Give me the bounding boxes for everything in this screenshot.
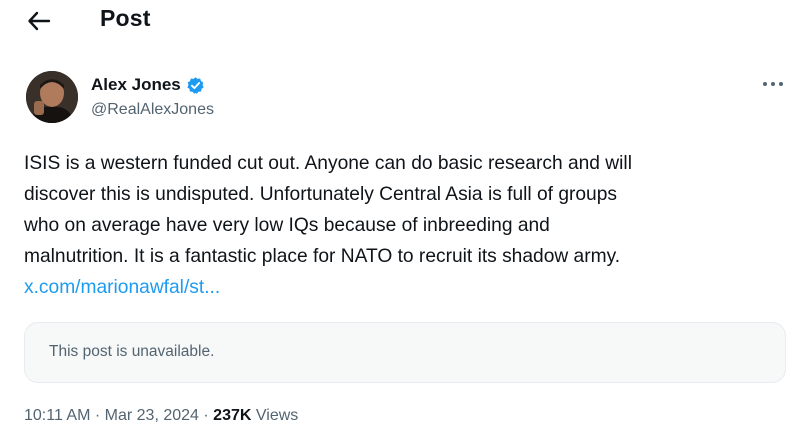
- post-text-line: malnutrition. It is a fantastic place fo…: [24, 246, 621, 267]
- post-link[interactable]: x.com/marionawfal/st...: [24, 272, 784, 303]
- avatar-image: [26, 71, 78, 123]
- more-options-button[interactable]: [758, 74, 788, 94]
- post-text-line: ISIS is a western funded cut out. Anyone…: [24, 153, 632, 174]
- views-count: 237K: [213, 407, 252, 424]
- page-title: Post: [100, 5, 151, 31]
- more-dots-icon: [763, 82, 783, 86]
- meta-separator: ·: [203, 407, 209, 424]
- quoted-post-card[interactable]: This post is unavailable.: [24, 322, 786, 383]
- unavailable-message: This post is unavailable.: [49, 343, 215, 360]
- post-text-line: discover this is undisputed. Unfortunate…: [24, 184, 617, 205]
- arrow-left-icon: [28, 11, 51, 31]
- meta-separator: ·: [94, 407, 101, 424]
- author-name-text: Alex Jones: [91, 75, 181, 94]
- post-page: Post Alex Jones @RealAlexJones ISIS is a…: [0, 0, 798, 441]
- avatar[interactable]: [26, 71, 78, 123]
- back-button[interactable]: [22, 6, 56, 36]
- post-header: Post: [0, 0, 798, 44]
- post-time[interactable]: 10:11 AM: [24, 407, 90, 424]
- verified-badge-icon: [187, 76, 204, 94]
- post-date[interactable]: Mar 23, 2024: [105, 407, 199, 424]
- author-name[interactable]: Alex Jones: [91, 75, 205, 95]
- author-handle[interactable]: @RealAlexJones: [91, 101, 214, 119]
- views-label: Views: [255, 407, 299, 424]
- post-text-line: who on average have very low IQs because…: [24, 215, 550, 236]
- post-meta: 10:11 AM · Mar 23, 2024 · 237K Views: [24, 407, 298, 425]
- post-body: ISIS is a western funded cut out. Anyone…: [24, 148, 784, 303]
